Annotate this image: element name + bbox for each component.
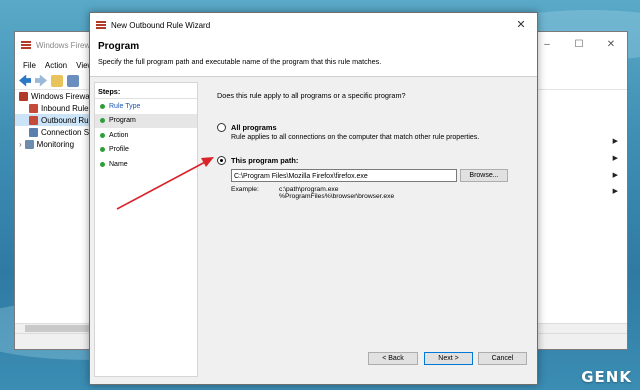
- annotation-arrow: [116, 157, 214, 210]
- site-logo: GENK: [581, 368, 632, 386]
